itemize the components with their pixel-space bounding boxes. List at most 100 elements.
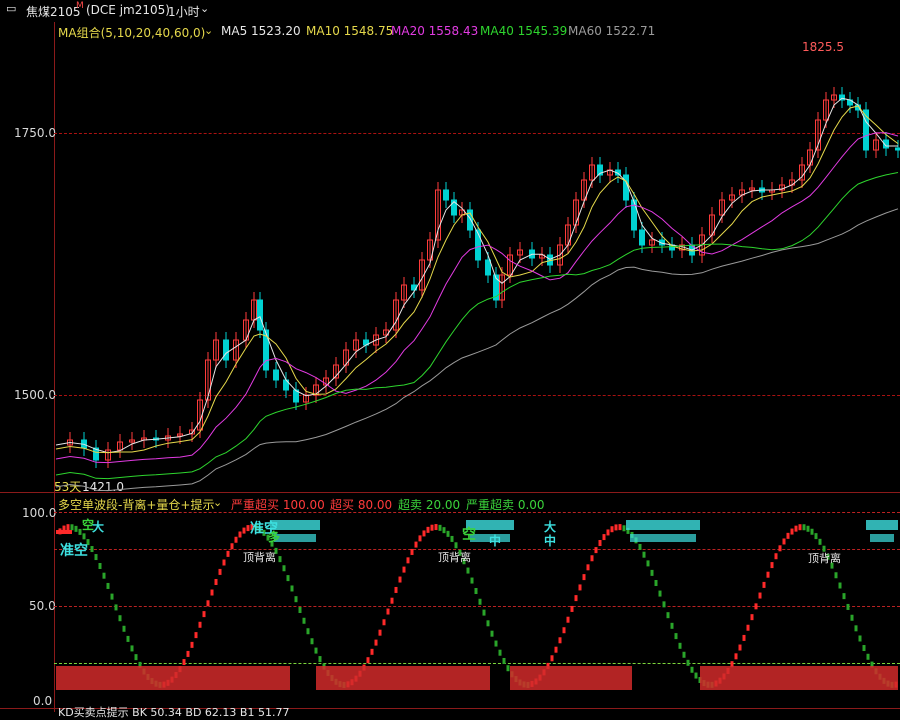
oscillator-bar bbox=[799, 524, 802, 530]
oscillator-bar bbox=[399, 577, 402, 583]
oscillator-bar bbox=[803, 524, 806, 530]
oscillator-bar bbox=[591, 555, 594, 561]
oscillator-bar bbox=[791, 529, 794, 535]
oscillator-bar bbox=[383, 619, 386, 625]
oscillator-bar bbox=[843, 593, 846, 599]
oscillator-bar bbox=[307, 628, 310, 634]
candle-body bbox=[224, 340, 229, 360]
oscillator-bar bbox=[99, 563, 102, 569]
price-chart[interactable] bbox=[0, 0, 900, 712]
oscillator-bar bbox=[615, 524, 618, 530]
oscillator-bar bbox=[839, 583, 842, 589]
oscillator-bar bbox=[663, 601, 666, 607]
oscillator-bar bbox=[187, 651, 190, 657]
oscillator-bar bbox=[287, 575, 290, 581]
top-divergence-label-2: 顶背离 bbox=[438, 549, 471, 565]
volume-signal-band bbox=[316, 666, 490, 690]
oscillator-bar bbox=[623, 525, 626, 531]
oscillator-bar bbox=[743, 635, 746, 641]
candle-body bbox=[640, 230, 645, 245]
oscillator-bar bbox=[607, 529, 610, 535]
oscillator-bar bbox=[643, 552, 646, 558]
oscillator-bar bbox=[767, 572, 770, 578]
oscillator-bar bbox=[859, 635, 862, 641]
oscillator-bar bbox=[587, 564, 590, 570]
oscillator-bar bbox=[135, 654, 138, 660]
oscillator-bar bbox=[403, 567, 406, 573]
oscillator-bar bbox=[183, 659, 186, 665]
volume-signal-band bbox=[700, 666, 898, 690]
top-signal-band bbox=[866, 520, 898, 530]
oscillator-bar bbox=[679, 643, 682, 649]
oscillator-bar bbox=[423, 530, 426, 536]
oscillator-bar bbox=[235, 537, 238, 543]
oscillator-bar bbox=[431, 525, 434, 531]
oscillator-bar bbox=[435, 524, 438, 530]
oscillator-bar bbox=[295, 596, 298, 602]
top-signal-band bbox=[274, 534, 316, 542]
oscillator-bar bbox=[507, 665, 510, 671]
oscillator-bar bbox=[691, 667, 694, 673]
oscillator-bar bbox=[811, 529, 814, 535]
oscillator-bar bbox=[203, 611, 206, 617]
oscillator-bar bbox=[611, 526, 614, 532]
oscillator-bar bbox=[291, 585, 294, 591]
oscillator-bar bbox=[571, 606, 574, 612]
oscillator-bar bbox=[471, 578, 474, 584]
oscillator-bar bbox=[495, 641, 498, 647]
oscillator-bar bbox=[131, 645, 134, 651]
oscillator-bar bbox=[775, 553, 778, 559]
oscillator-bar bbox=[863, 645, 866, 651]
oscillator-bar bbox=[443, 527, 446, 533]
oscillator-bar bbox=[207, 600, 210, 606]
oscillator-bar bbox=[795, 526, 798, 532]
oscillator-bar bbox=[107, 583, 110, 589]
oscillator-bar bbox=[751, 614, 754, 620]
oscillator-bar bbox=[583, 574, 586, 580]
signal-dots bbox=[56, 530, 72, 534]
oscillator-bar bbox=[487, 620, 490, 626]
oscillator-bar bbox=[559, 637, 562, 643]
oscillator-bar bbox=[659, 591, 662, 597]
oscillator-bar bbox=[311, 638, 314, 644]
oscillator-bar bbox=[407, 557, 410, 563]
oscillator-bar bbox=[127, 636, 130, 642]
oscillator-bar bbox=[227, 551, 230, 557]
oscillator-bar bbox=[415, 542, 418, 548]
oscillator-bar bbox=[671, 623, 674, 629]
oscillator-bar bbox=[451, 536, 454, 542]
oscillator-bar bbox=[283, 565, 286, 571]
oscillator-bar bbox=[375, 640, 378, 646]
oscillator-bar bbox=[95, 554, 98, 560]
oscillator-bar bbox=[651, 570, 654, 576]
signal-da: 大 bbox=[92, 518, 104, 535]
oscillator-bar bbox=[787, 533, 790, 539]
oscillator-bar bbox=[695, 673, 698, 679]
oscillator-bar bbox=[779, 545, 782, 551]
oscillator-bar bbox=[851, 615, 854, 621]
oscillator-bar bbox=[835, 572, 838, 578]
candle-body bbox=[476, 230, 481, 260]
oscillator-bar bbox=[815, 533, 818, 539]
oscillator-bar bbox=[387, 609, 390, 615]
oscillator-bar bbox=[115, 604, 118, 610]
top-divergence-label-3: 顶背离 bbox=[808, 550, 841, 566]
oscillator-bar bbox=[215, 579, 218, 585]
oscillator-bar bbox=[807, 526, 810, 532]
oscillator-bar bbox=[771, 562, 774, 568]
signal-zhong-2: 中 bbox=[544, 532, 556, 549]
oscillator-bar bbox=[759, 593, 762, 599]
oscillator-bar bbox=[579, 584, 582, 590]
ma10-line bbox=[56, 106, 898, 453]
oscillator-bar bbox=[555, 647, 558, 653]
oscillator-bar bbox=[299, 607, 302, 613]
oscillator-bar bbox=[739, 645, 742, 651]
oscillator-bar bbox=[467, 568, 470, 574]
top-signal-band bbox=[870, 534, 894, 542]
candle-body bbox=[896, 148, 900, 150]
oscillator-bar bbox=[567, 617, 570, 623]
top-signal-band bbox=[626, 520, 700, 530]
oscillator-bar bbox=[391, 598, 394, 604]
oscillator-bar bbox=[475, 588, 478, 594]
oscillator-bar bbox=[683, 652, 686, 658]
